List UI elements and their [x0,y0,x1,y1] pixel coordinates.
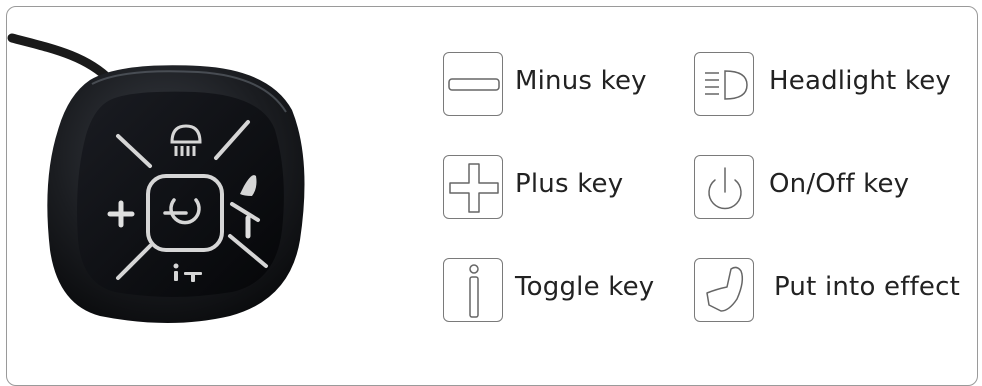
effect-key-label: Put into effect [774,272,961,302]
plus-key-label: Plus key [515,169,624,199]
minus-key-label: Minus key [515,66,647,96]
headlight-key-label: Headlight key [769,66,951,96]
walk-assist-icon [706,266,744,312]
onoff-key-box [694,155,754,219]
legend-item-toggle: Toggle key [443,258,673,322]
legend-item-onoff: On/Off key [694,155,964,219]
legend-item-minus: Minus key [443,52,673,116]
toggle-key-label: Toggle key [515,272,655,302]
toggle-icon [469,264,479,318]
effect-key-box [694,258,754,322]
minus-key-box [443,52,503,116]
legend-item-headlight: Headlight key [694,52,964,116]
onoff-key-label: On/Off key [769,169,910,199]
control-unit-device [7,33,305,323]
headlight-key-box [694,52,754,116]
legend-item-effect: Put into effect [694,258,964,322]
power-icon [708,167,742,210]
headlight-icon [705,70,748,100]
minus-icon [448,78,500,91]
plus-key-box [443,155,503,219]
toggle-key-box [443,258,503,322]
cable [7,33,115,85]
legend-item-plus: Plus key [443,155,673,219]
plus-icon [449,163,499,213]
